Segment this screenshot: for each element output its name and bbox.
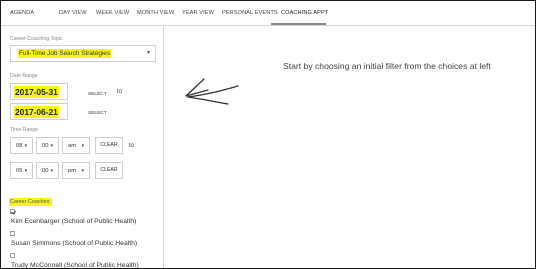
- start-minute-value: 00: [42, 143, 49, 149]
- end-date-select-button[interactable]: SELECT: [84, 108, 111, 119]
- chevron-down-icon: ▼: [146, 50, 151, 56]
- tab-month-view[interactable]: MONTH VIEW: [137, 10, 174, 16]
- date-to-label: to: [117, 89, 123, 95]
- app-frame: AGENDA DAY VIEW WEEK VIEW MONTH VIEW YEA…: [0, 0, 536, 269]
- coach-checkbox-trudy[interactable]: [10, 253, 15, 258]
- hand-drawn-arrow-left-icon: [185, 78, 239, 105]
- coach-name-trudy: Trudy McConnell (School of Public Health…: [11, 262, 139, 269]
- end-minute-value: 00: [42, 168, 49, 174]
- coach-checkbox-susan[interactable]: [10, 231, 15, 236]
- start-date-input[interactable]: 2017-05-31: [10, 83, 68, 100]
- chevron-down-icon: ▼: [80, 143, 85, 148]
- main-panel: Start by choosing an initial filter from…: [165, 27, 535, 268]
- start-ampm-value: am: [68, 143, 77, 149]
- start-hour-select[interactable]: 08 ▼: [10, 137, 33, 154]
- time-to-label: to: [129, 143, 135, 149]
- start-ampm-select[interactable]: am ▼: [62, 137, 90, 154]
- empty-state-prompt: Start by choosing an initial filter from…: [283, 61, 491, 71]
- coaches-label: Career Coaches:: [9, 198, 52, 206]
- end-hour-select[interactable]: 05 ▼: [10, 162, 33, 179]
- tab-coaching-appt[interactable]: COACHING APPT: [281, 10, 328, 16]
- topic-selected-value: Full-Time Job Search Strategies: [18, 49, 112, 58]
- start-hour-value: 08: [16, 143, 23, 149]
- tab-agenda[interactable]: AGENDA: [10, 10, 34, 16]
- end-date-input[interactable]: 2017-06-21: [10, 103, 68, 120]
- tab-week-view[interactable]: WEEK VIEW: [96, 10, 129, 16]
- coach-checkbox-kim[interactable]: [10, 209, 15, 214]
- topic-select[interactable]: Full-Time Job Search Strategies ▼: [10, 45, 156, 62]
- chevron-down-icon: ▼: [49, 168, 54, 173]
- time-range-label: Time Range: [10, 127, 39, 133]
- chevron-down-icon: ▼: [80, 168, 85, 173]
- end-ampm-select[interactable]: pm ▼: [62, 162, 90, 179]
- start-date-select-button[interactable]: SELECT: [84, 89, 111, 100]
- start-time-clear-button[interactable]: CLEAR: [95, 137, 123, 154]
- filter-sidebar: Career Coaching Topic Full-Time Job Sear…: [1, 27, 164, 269]
- end-ampm-value: pm: [68, 168, 77, 174]
- start-minute-select[interactable]: 00 ▼: [36, 137, 59, 154]
- end-date-value: 2017-06-21: [14, 106, 59, 118]
- active-tab-indicator: [271, 23, 326, 25]
- coach-name-susan: Susan Simmons (School of Public Health): [11, 240, 138, 247]
- view-tabs: AGENDA DAY VIEW WEEK VIEW MONTH VIEW YEA…: [1, 1, 535, 26]
- chevron-down-icon: ▼: [49, 143, 54, 148]
- tab-year-view[interactable]: YEAR VIEW: [182, 10, 214, 16]
- end-minute-select[interactable]: 00 ▼: [36, 162, 59, 179]
- coach-name-kim: Kim Ecenbarger (School of Public Health): [11, 218, 137, 225]
- topic-label: Career Coaching Topic: [10, 36, 63, 42]
- coaches-label-text: Career Coaches:: [9, 198, 52, 206]
- start-date-value: 2017-05-31: [14, 86, 59, 98]
- chevron-down-icon: ▼: [23, 168, 28, 173]
- date-range-label: Date Range: [10, 73, 38, 79]
- tab-day-view[interactable]: DAY VIEW: [59, 10, 87, 16]
- end-time-clear-button[interactable]: CLEAR: [95, 162, 123, 179]
- chevron-down-icon: ▼: [23, 143, 28, 148]
- tab-personal-events[interactable]: PERSONAL EVENTS: [222, 10, 278, 16]
- end-hour-value: 05: [16, 168, 23, 174]
